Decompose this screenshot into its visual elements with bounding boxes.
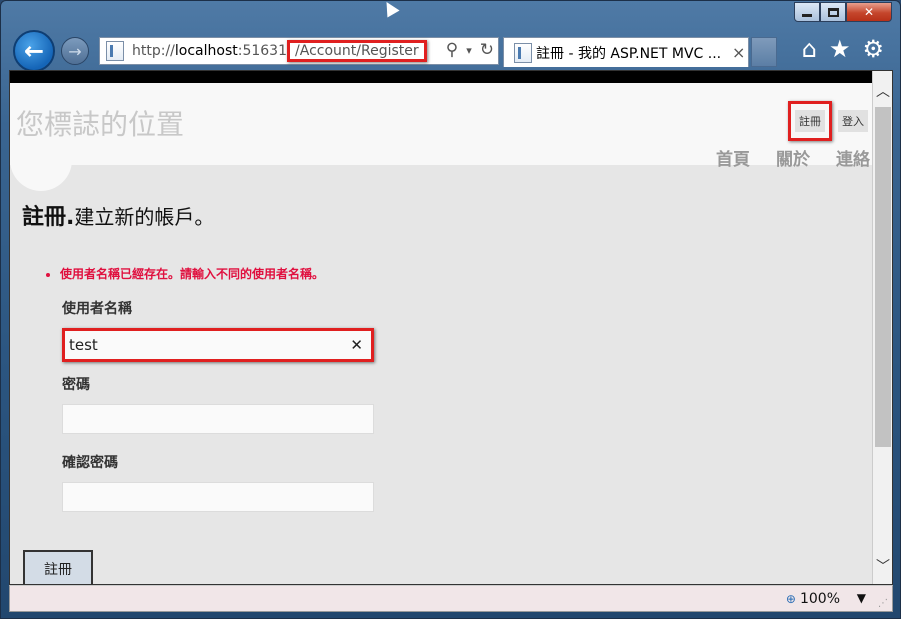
window-controls: ✕ [794, 2, 892, 22]
zoom-control[interactable]: ⊕ 100% [786, 591, 840, 607]
close-window-button[interactable]: ✕ [846, 2, 892, 22]
refresh-icon[interactable]: ↻ [480, 40, 494, 60]
scroll-thumb[interactable] [875, 107, 891, 447]
settings-gear-icon[interactable]: ⚙ [862, 35, 884, 63]
main-content: 註冊.建立新的帳戶。 使用者名稱已經存在。請輸入不同的使用者名稱。 使用者名稱 … [22, 199, 862, 584]
address-bar[interactable]: http://localhost:51631/Account/Register … [99, 37, 499, 65]
tab-title: 註冊 - 我的 ASP.NET MVC ... [536, 45, 722, 62]
username-field-highlight: test ✕ [62, 328, 374, 362]
login-area: 註冊 登入 [788, 101, 868, 141]
close-icon: ✕ [863, 5, 875, 19]
validation-error: 使用者名稱已經存在。請輸入不同的使用者名稱。 [60, 265, 862, 282]
page-title: 註冊.建立新的帳戶。 [22, 199, 862, 231]
back-button[interactable]: ← [13, 30, 55, 72]
maximize-button[interactable] [820, 2, 846, 22]
resize-grip-icon[interactable]: ⋰ [878, 598, 888, 609]
register-submit-button[interactable]: 註冊 [23, 550, 93, 584]
top-strip [10, 71, 872, 83]
status-bar: ⊕ 100% ▼ ⋰ [9, 585, 893, 612]
scroll-down-icon[interactable]: ﹀ [875, 558, 891, 575]
tab-close-icon[interactable]: × [732, 43, 745, 62]
menu-item-about[interactable]: 關於 [776, 145, 810, 170]
browser-window: ✕ ← → http://localhost:51631/Account/Reg… [0, 0, 901, 619]
browser-tools: ⌂ ★ ⚙ [802, 35, 884, 63]
tab-page-icon [514, 42, 532, 63]
scroll-up-icon[interactable]: ︿ [875, 83, 891, 100]
page-icon [106, 41, 124, 61]
password-field[interactable] [62, 404, 374, 434]
username-field[interactable]: test ✕ [65, 331, 371, 359]
login-link[interactable]: 登入 [838, 110, 868, 132]
vertical-scrollbar[interactable]: ︿ ﹀ [872, 71, 892, 584]
site-logo[interactable]: 您標誌的位置 [16, 103, 184, 143]
page-subtitle: 建立新的帳戶。 [74, 205, 215, 229]
mouse-cursor-icon [380, 0, 400, 18]
password-label: 密碼 [62, 377, 90, 393]
zoom-level: 100% [799, 591, 840, 607]
clear-field-icon[interactable]: ✕ [350, 336, 363, 354]
zoom-icon: ⊕ [785, 592, 796, 606]
favorites-star-icon[interactable]: ★ [829, 35, 851, 63]
register-form: 使用者名稱 test ✕ 密碼 確認密碼 [62, 298, 862, 512]
register-link-highlight: 註冊 [788, 101, 832, 141]
main-menu: 首頁 關於 連絡 [716, 145, 870, 170]
search-icon[interactable]: ⚲ [446, 40, 458, 60]
address-host: localhost [174, 43, 238, 59]
username-label: 使用者名稱 [62, 301, 132, 317]
site-header: 您標誌的位置 註冊 登入 首頁 關於 連絡 [10, 83, 872, 170]
confirm-password-label: 確認密碼 [62, 455, 118, 471]
confirm-password-field[interactable] [62, 482, 374, 512]
home-icon[interactable]: ⌂ [802, 35, 817, 63]
register-link[interactable]: 註冊 [795, 110, 825, 132]
menu-item-home[interactable]: 首頁 [716, 145, 750, 170]
dropdown-icon[interactable]: ▾ [466, 44, 472, 57]
minimize-button[interactable] [794, 2, 820, 22]
new-tab-button[interactable] [751, 37, 777, 67]
page-viewport: 您標誌的位置 註冊 登入 首頁 關於 連絡 註冊.建立新的帳戶。 使用者名稱已經… [9, 70, 893, 585]
forward-arrow-icon: → [68, 41, 82, 61]
back-arrow-icon: ← [23, 37, 45, 65]
address-tools: ⚲ ▾ ↻ [446, 40, 494, 60]
address-prefix: http:// [132, 43, 175, 59]
maximize-icon [827, 7, 839, 17]
address-path-highlight: /Account/Register [287, 40, 427, 62]
browser-tab[interactable]: 註冊 - 我的 ASP.NET MVC ... × [503, 37, 749, 67]
menu-item-contact[interactable]: 連絡 [836, 145, 870, 170]
address-url[interactable]: http://localhost:51631/Account/Register [132, 40, 427, 62]
minimize-icon [802, 13, 812, 17]
username-value: test [69, 336, 98, 354]
zoom-dropdown-icon[interactable]: ▼ [857, 591, 866, 605]
address-port: :5163 [237, 43, 279, 59]
header-curve [10, 141, 72, 191]
address-port-tail: 1 [278, 43, 288, 59]
address-path: /Account/Register [295, 43, 419, 59]
forward-button[interactable]: → [61, 37, 89, 65]
page-title-bold: 註冊. [22, 205, 75, 230]
validation-summary: 使用者名稱已經存在。請輸入不同的使用者名稱。 [46, 265, 862, 282]
